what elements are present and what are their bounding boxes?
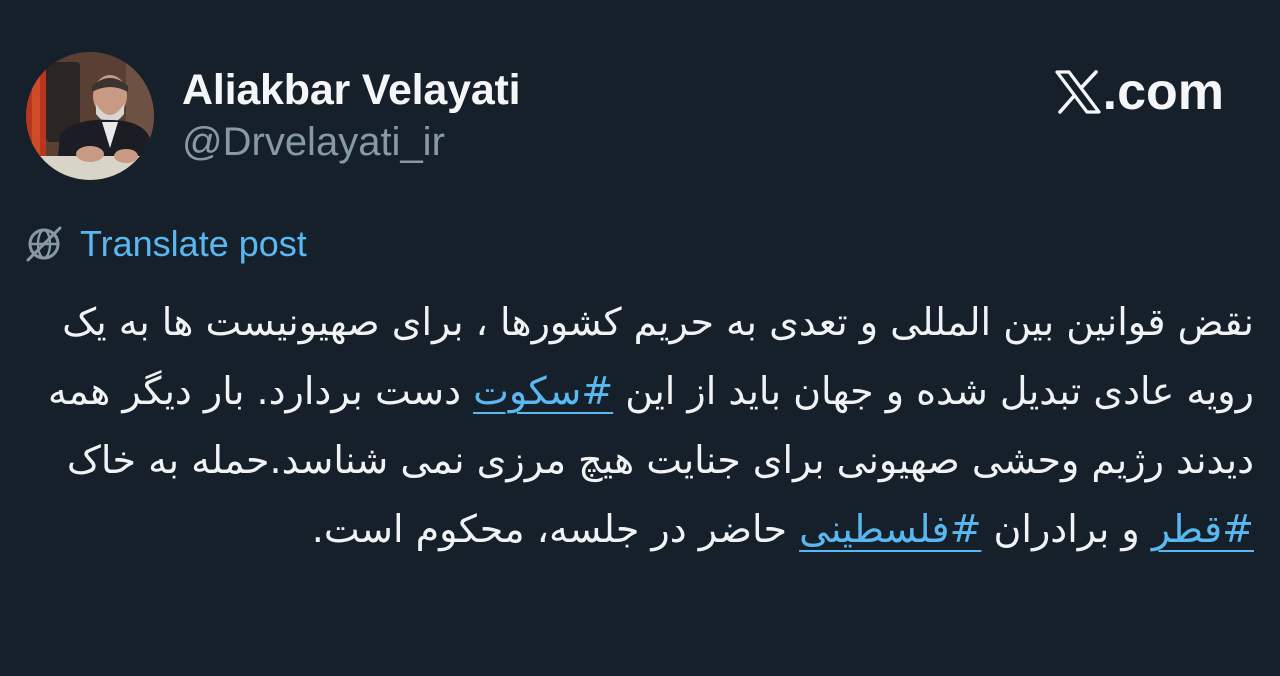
hashtag-link[interactable]: #فلسطینی [799, 507, 981, 551]
globe-icon [26, 226, 62, 262]
author-name[interactable]: Aliakbar Velayati [182, 64, 521, 116]
post-text-segment: و برادران [981, 507, 1152, 551]
translate-post-label: Translate post [80, 223, 307, 264]
translate-post-link[interactable]: Translate post [24, 222, 307, 266]
avatar[interactable] [26, 52, 154, 180]
profile-photo [26, 52, 154, 180]
brand-watermark: .com [1055, 62, 1224, 122]
x-logo-icon [1055, 70, 1101, 114]
hashtag-link[interactable]: #قطر [1152, 507, 1254, 551]
post-text-segment: حاضر در جلسه، محکوم است. [311, 507, 800, 551]
post-text: نقض قوانین بین المللی و تعدی به حریم کشو… [40, 288, 1254, 564]
hashtag-link[interactable]: #سکوت [473, 369, 613, 413]
author-handle[interactable]: @Drvelayati_ir [182, 118, 445, 166]
brand-text: .com [1102, 63, 1224, 121]
